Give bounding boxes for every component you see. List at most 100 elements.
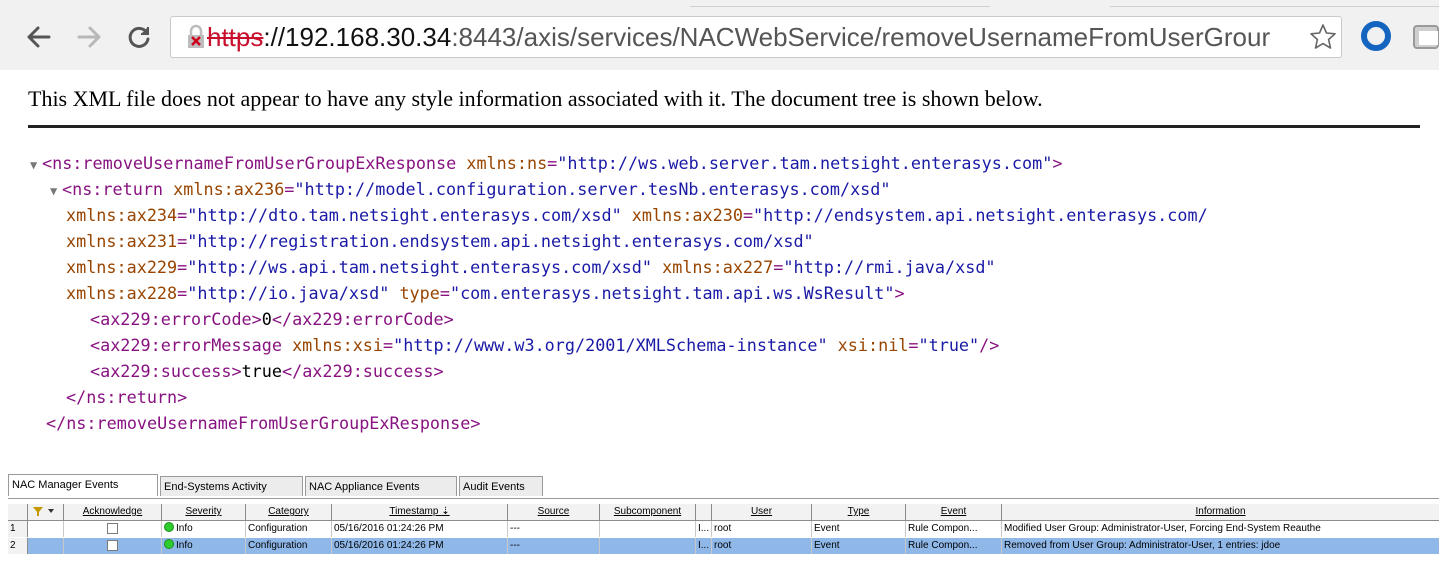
reload-icon[interactable] xyxy=(124,22,154,52)
severity-text: Info xyxy=(176,540,193,551)
xml-attr-value: "http://rmi.java/xsd" xyxy=(783,257,996,277)
xml-attr-name: xmlns:ns xyxy=(466,153,548,173)
forward-icon[interactable] xyxy=(74,22,104,52)
xml-attr-value: "http://registration.endsystem.api.netsi… xyxy=(187,231,814,251)
subcomponent-cell xyxy=(600,538,696,554)
tab-nac-manager-events[interactable]: NAC Manager Events xyxy=(8,474,158,496)
filter-icon xyxy=(32,507,54,516)
sort-icon: ⇣ xyxy=(441,506,450,517)
xml-attr-name: xmlns:ax228 xyxy=(66,283,178,303)
row-filter-cell xyxy=(28,538,64,554)
col-information[interactable]: Information xyxy=(1002,504,1439,520)
xml-tag: </ax229:success> xyxy=(281,361,444,381)
table-row[interactable]: 1 Info Configuration 05/16/2016 01:24:26… xyxy=(8,521,1439,537)
severity-text: Info xyxy=(176,523,193,534)
xml-line-return-close: </ns:return> xyxy=(66,384,187,410)
xml-tag: <ax229:errorCode> xyxy=(90,309,262,329)
events-table: Acknowledge Severity Category Timestamp … xyxy=(8,498,1439,561)
user-cell: root xyxy=(712,538,812,554)
type-cell: Event xyxy=(812,538,906,554)
event-cell: Rule Compon... xyxy=(906,521,1002,537)
col-category[interactable]: Category xyxy=(246,504,332,520)
collapse-triangle-icon[interactable]: ▼ xyxy=(30,152,42,178)
row-number: 1 xyxy=(8,521,28,537)
col-type[interactable]: Type xyxy=(812,504,906,520)
col-timestamp[interactable]: Timestamp ⇣ xyxy=(332,504,508,520)
xml-info-header: This XML file does not appear to have an… xyxy=(28,86,1043,111)
source-cell: --- xyxy=(508,521,600,537)
information-cell: Removed from User Group: Administrator-U… xyxy=(1004,540,1281,551)
xml-tag-close: /> xyxy=(979,335,1000,355)
row-filter-cell xyxy=(28,521,64,537)
col-severity[interactable]: Severity xyxy=(162,504,246,520)
col-source[interactable]: Source xyxy=(508,504,600,520)
url-port: :8443 xyxy=(451,22,517,52)
xml-tag: <ax229:success> xyxy=(90,361,242,381)
collapse-triangle-icon[interactable]: ▼ xyxy=(50,178,62,204)
info-status-icon xyxy=(164,539,174,549)
xml-tag: <ns:return xyxy=(62,179,164,199)
col-acknowledge[interactable]: Acknowledge xyxy=(64,504,162,520)
xml-attr-value: "com.enterasys.netsight.tam.api.ws.WsRes… xyxy=(449,283,895,303)
xml-line-root-close: </ns:removeUsernameFromUserGroupExRespon… xyxy=(46,410,480,436)
xml-attr-value: "http://ws.web.server.tam.netsight.enter… xyxy=(557,153,1053,173)
address-bar[interactable]: https://192.168.30.34:8443/axis/services… xyxy=(170,16,1342,58)
xml-attr-name: xmlns:ax229 xyxy=(66,257,178,277)
xml-attr-value: "http://www.w3.org/2001/XMLSchema-instan… xyxy=(393,335,828,355)
category-cell: Configuration xyxy=(246,538,332,554)
acknowledge-checkbox[interactable] xyxy=(107,540,118,551)
xml-tag: </ns:removeUsernameFromUserGroupExRespon… xyxy=(46,413,481,433)
col-event[interactable]: Event xyxy=(906,504,1002,520)
xml-attr-name: xmlns:ax231 xyxy=(66,231,178,251)
url-host: ://192.168.30.34 xyxy=(263,22,452,52)
xml-line-attrs: xmlns:ax228="http://io.java/xsd" type="c… xyxy=(66,283,905,303)
tab-nac-appliance-events[interactable]: NAC Appliance Events xyxy=(305,476,457,496)
extension-icon[interactable] xyxy=(1410,22,1439,52)
information-cell: Modified User Group: Administrator-User,… xyxy=(1004,523,1321,534)
subcomponent-cell xyxy=(600,521,696,537)
info-status-icon xyxy=(164,522,174,532)
bookmark-star-icon[interactable] xyxy=(1308,22,1338,52)
header-divider xyxy=(28,125,1420,128)
xml-attr-name: xmlns:ax230 xyxy=(631,205,743,225)
tab-audit-events[interactable]: Audit Events xyxy=(459,476,543,496)
xml-line-errorcode: <ax229:errorCode>0</ax229:errorCode> xyxy=(90,306,454,332)
col-timestamp-label: Timestamp xyxy=(389,506,439,517)
xml-line-return: ▼ <ns:return xmlns:ax236="http://model.co… xyxy=(50,176,891,202)
col-subcomponent[interactable]: Subcomponent xyxy=(600,504,696,520)
row-header-corner xyxy=(8,504,28,520)
event-cell: Rule Compon... xyxy=(906,538,1002,554)
col-narrow[interactable] xyxy=(696,504,712,520)
url-text[interactable]: https://192.168.30.34:8443/axis/services… xyxy=(207,22,1270,53)
back-icon[interactable] xyxy=(24,22,54,52)
table-header: Acknowledge Severity Category Timestamp … xyxy=(8,504,1439,521)
xml-line-root: ▼ <ns:removeUsernameFromUserGroupExRespon… xyxy=(30,150,1062,176)
acknowledge-cell xyxy=(64,521,162,537)
xml-attr-value: "true" xyxy=(918,335,980,355)
xml-attr-value: "http://io.java/xsd" xyxy=(187,283,390,303)
source-cell: --- xyxy=(508,538,600,554)
xml-text: 0 xyxy=(261,309,272,329)
xml-text: true xyxy=(241,361,282,381)
xml-attr-name: xsi:nil xyxy=(837,335,909,355)
tab-end-systems-activity[interactable]: End-Systems Activity xyxy=(160,476,303,496)
xml-tag: <ax229:errorMessage xyxy=(90,335,282,355)
narrow-cell: I... xyxy=(696,538,712,554)
acknowledge-checkbox[interactable] xyxy=(107,523,118,534)
type-cell: Event xyxy=(812,521,906,537)
xml-tag-close: > xyxy=(894,283,905,303)
xml-tag: </ax229:errorCode> xyxy=(271,309,454,329)
extension-icon[interactable] xyxy=(1360,20,1392,52)
xml-line-attrs: xmlns:ax229="http://ws.api.tam.netsight.… xyxy=(66,257,996,277)
table-row-selected[interactable]: 2 Info Configuration 05/16/2016 01:24:26… xyxy=(8,538,1439,554)
xml-tag: <ns:removeUsernameFromUserGroupExRespons… xyxy=(42,153,457,173)
xml-attr-value: "http://model.configuration.server.tesNb… xyxy=(294,179,891,199)
xml-attr-name: xmlns:xsi xyxy=(292,335,384,355)
xml-line-attrs: xmlns:ax231="http://registration.endsyst… xyxy=(66,231,814,251)
filter-dropdown[interactable] xyxy=(28,504,64,520)
timestamp-cell: 05/16/2016 01:24:26 PM xyxy=(332,521,508,537)
acknowledge-cell xyxy=(64,538,162,554)
timestamp-cell: 05/16/2016 01:24:26 PM xyxy=(332,538,508,554)
col-user[interactable]: User xyxy=(712,504,812,520)
xml-line-success: <ax229:success>true</ax229:success> xyxy=(90,358,444,384)
